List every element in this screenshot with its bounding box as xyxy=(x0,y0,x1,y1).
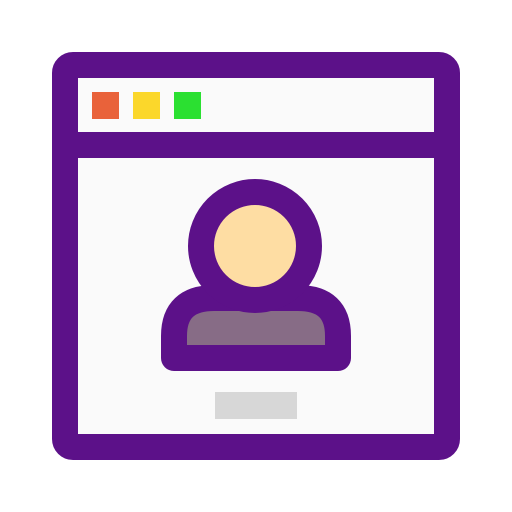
user-profile-window-icon xyxy=(52,52,460,460)
window-minimize-dot-icon xyxy=(133,92,160,119)
window-maximize-dot-icon xyxy=(174,92,201,119)
window-close-dot-icon xyxy=(92,92,119,119)
name-placeholder-bar xyxy=(215,392,297,419)
icon-canvas xyxy=(0,0,512,512)
avatar-head-icon xyxy=(188,179,322,313)
